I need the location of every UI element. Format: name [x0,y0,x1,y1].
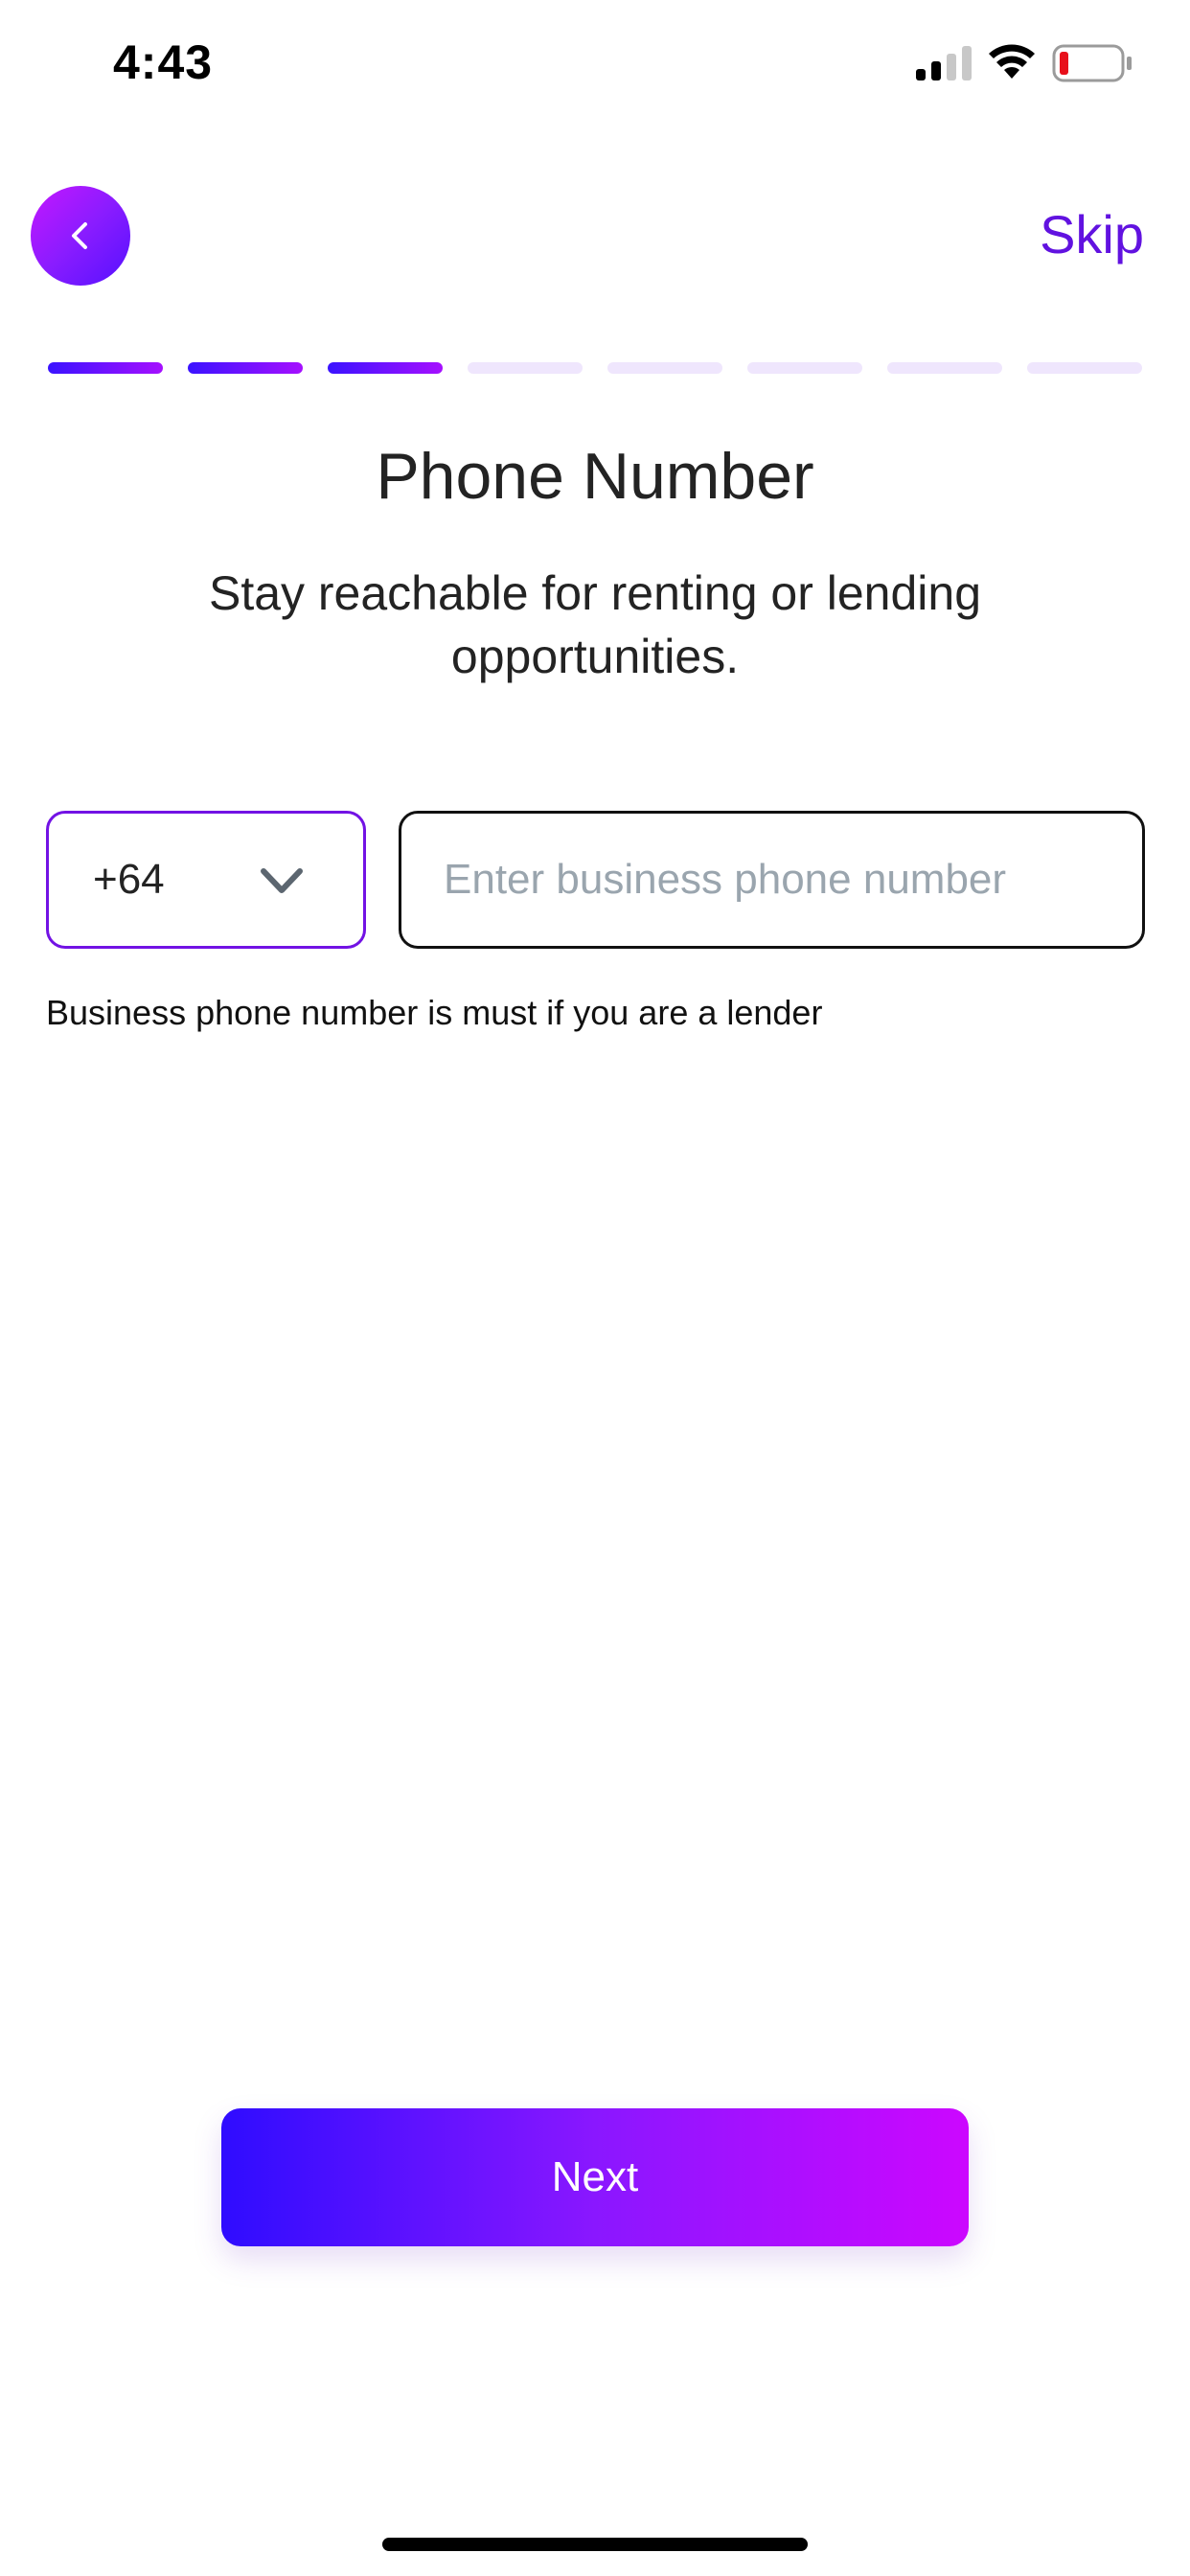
country-code-select[interactable]: +64 [46,811,366,949]
phone-number-input[interactable] [399,811,1145,949]
progress-step-2 [188,362,303,374]
progress-step-3 [328,362,443,374]
back-button[interactable] [31,186,130,286]
wifi-icon [989,44,1035,79]
progress-step-7 [887,362,1002,374]
progress-indicator [48,362,1142,374]
page-title: Phone Number [376,440,814,513]
country-code-value: +64 [93,856,165,903]
progress-step-8 [1027,362,1142,374]
signal-icon [916,46,972,80]
home-indicator [382,2538,808,2551]
page-subtitle: Stay reachable for renting or lending op… [208,566,982,683]
chevron-down-icon [261,868,303,893]
progress-step-5 [607,362,722,374]
battery-icon [1052,44,1132,82]
skip-button[interactable]: Skip [1040,203,1144,265]
progress-step-1 [48,362,163,374]
helper-text: Business phone number is must if you are… [46,993,823,1032]
chevron-left-icon [72,222,87,249]
progress-step-4 [468,362,583,374]
progress-step-6 [747,362,862,374]
status-time: 4:43 [113,35,214,89]
next-button[interactable]: Next [221,2108,969,2246]
